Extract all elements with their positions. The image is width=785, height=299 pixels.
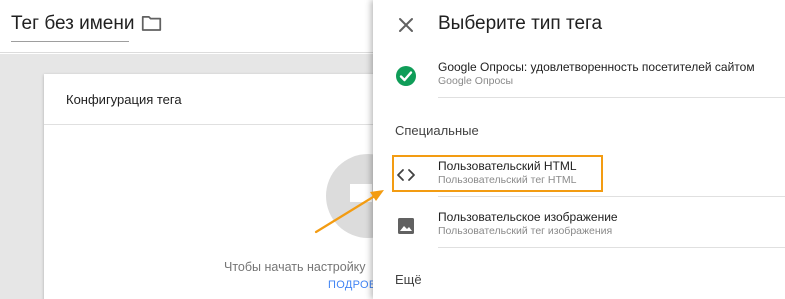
tag-type-name: Google Опросы: удовлетворенность посетит… [438, 60, 755, 74]
config-placeholder-glyph [350, 184, 372, 202]
image-icon [398, 218, 414, 234]
choose-tag-type-panel: Выберите тип тега Google Опросы: удовлет… [373, 0, 785, 299]
highlight-box [392, 155, 603, 192]
tag-type-name: Пользовательское изображение [438, 210, 618, 224]
tag-type-custom-image[interactable]: Пользовательское изображение Пользовател… [373, 204, 785, 248]
folder-icon[interactable] [141, 14, 162, 32]
item-divider [438, 97, 785, 98]
close-icon[interactable] [395, 14, 417, 36]
tag-type-google-surveys[interactable]: Google Опросы: удовлетворенность посетит… [373, 54, 785, 98]
tag-name-field[interactable]: Тег без имени [11, 13, 134, 42]
tag-type-description: Google Опросы [438, 75, 514, 87]
section-more: Ещё [395, 272, 422, 287]
item-divider [438, 247, 785, 248]
tag-type-description: Пользовательский тег изображения [438, 225, 613, 237]
config-hint-text: Чтобы начать настройку [224, 260, 366, 274]
panel-title: Выберите тип тега [438, 13, 603, 34]
section-special: Специальные [395, 123, 479, 138]
config-card-title: Конфигурация тега [66, 92, 182, 107]
learn-more-link[interactable]: ПОДРОБ [328, 279, 376, 291]
check-circle-icon [396, 66, 416, 86]
item-divider [438, 196, 785, 197]
